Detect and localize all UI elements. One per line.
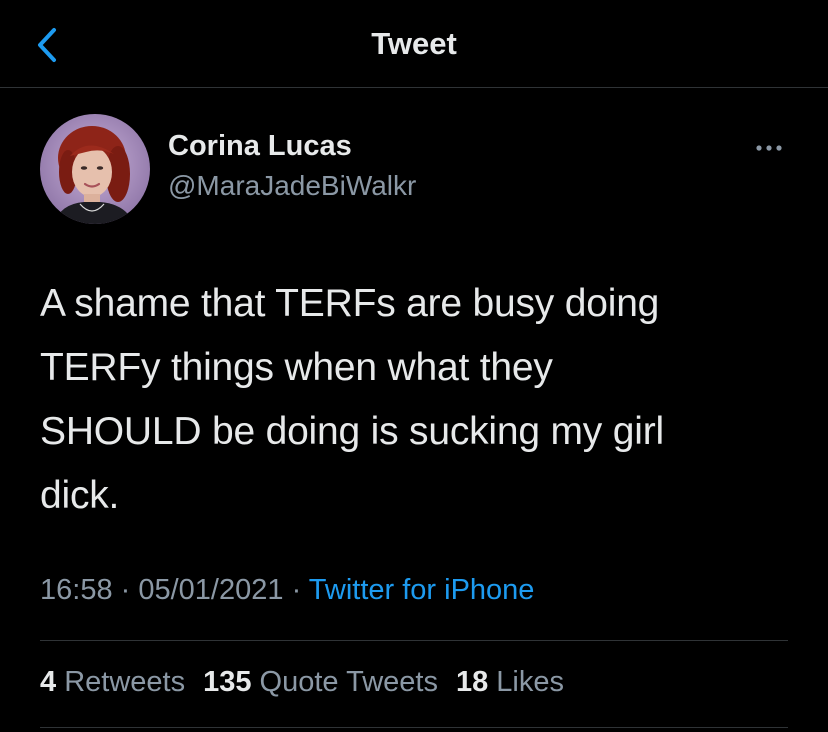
top-navigation-bar: Tweet — [0, 0, 828, 88]
profile-photo — [40, 114, 150, 224]
tweet-source-link[interactable]: Twitter for iPhone — [309, 574, 535, 606]
tweet-metadata: 16:58 · 05/01/2021 · Twitter for iPhone — [40, 574, 534, 607]
engagement-stats: 4 Retweets 135 Quote Tweets 18 Likes — [40, 666, 582, 699]
avatar[interactable] — [40, 114, 150, 224]
author-name[interactable]: Corina Lucas — [168, 130, 352, 163]
retweets-count: 4 — [40, 666, 57, 698]
tweet-text: A shame that TERFs are busy doing TERFy … — [40, 272, 800, 528]
meta-separator: · — [283, 574, 309, 606]
quote-tweets-label: Quote Tweets — [259, 666, 438, 698]
tweet-text-line: A shame that TERFs are busy doing — [40, 282, 660, 325]
author-handle[interactable]: @MaraJadeBiWalkr — [168, 170, 416, 202]
likes-label: Likes — [496, 666, 564, 698]
likes-count: 18 — [455, 666, 489, 698]
quote-tweets-stat[interactable]: 135 Quote Tweets — [203, 666, 438, 699]
tweet-text-line: dick. — [40, 474, 120, 517]
retweets-label: Retweets — [64, 666, 186, 698]
tweet-date: 05/01/2021 — [138, 574, 284, 606]
tweet-text-line: SHOULD be doing is sucking my girl — [40, 410, 664, 453]
retweets-stat[interactable]: 4 Retweets — [40, 666, 185, 699]
divider — [40, 727, 788, 728]
ellipsis-icon — [756, 145, 782, 151]
likes-stat[interactable]: 18 Likes — [456, 666, 564, 699]
tweet-time: 16:58 — [40, 574, 113, 606]
divider — [40, 640, 788, 641]
tweet-text-line: TERFy things when what they — [40, 346, 553, 389]
page-title: Tweet — [371, 26, 457, 61]
meta-separator: · — [112, 574, 139, 606]
quote-tweets-count: 135 — [203, 666, 252, 698]
more-options-button[interactable] — [750, 138, 790, 158]
